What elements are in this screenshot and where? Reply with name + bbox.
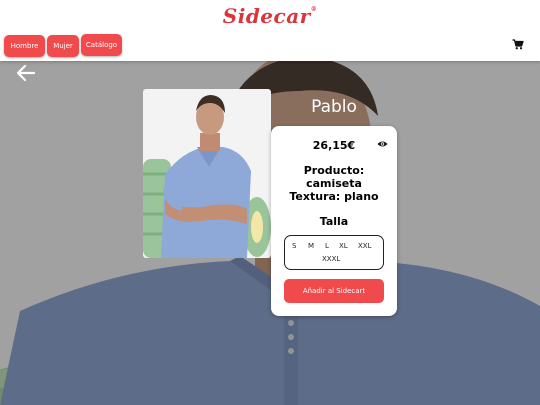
registered-mark: ® (310, 6, 318, 13)
eye-icon[interactable] (377, 140, 388, 148)
product-type-value: camiseta (306, 177, 362, 190)
arrow-left-icon[interactable] (16, 64, 36, 82)
size-option-s[interactable]: S (292, 242, 296, 250)
size-label: Talla (319, 215, 349, 228)
product-texture: Textura: plano (289, 190, 379, 203)
size-option-xxxl[interactable]: XXXL (322, 255, 340, 263)
top-header: Sidecar® Hombre Mujer Catálogo (0, 0, 540, 61)
add-to-sidecart-button[interactable]: Añadir al Sidecart (284, 279, 384, 303)
size-option-m[interactable]: M (308, 242, 314, 250)
product-type-label: Producto: (303, 164, 365, 177)
nav-hombre-button[interactable]: Hombre (4, 35, 45, 57)
model-name: Pablo (311, 97, 357, 117)
logo-text: Sidecar (222, 4, 311, 28)
sidecar-logo[interactable]: Sidecar® (0, 4, 540, 28)
product-photo (143, 89, 271, 258)
size-option-xxl[interactable]: XXL (358, 242, 372, 250)
shopping-cart-icon[interactable] (512, 39, 524, 50)
size-option-xl[interactable]: XL (339, 242, 348, 250)
nav-catalogo-button[interactable]: Catálogo (81, 34, 122, 56)
nav-mujer-button[interactable]: Mujer (47, 35, 79, 57)
size-option-l[interactable]: L (325, 242, 329, 250)
product-card: 26,15€ Producto: camiseta Textura: plano… (271, 126, 397, 316)
size-selector: S M L XL XXL XXXL (284, 235, 384, 270)
model-photo-illustration (143, 89, 271, 258)
